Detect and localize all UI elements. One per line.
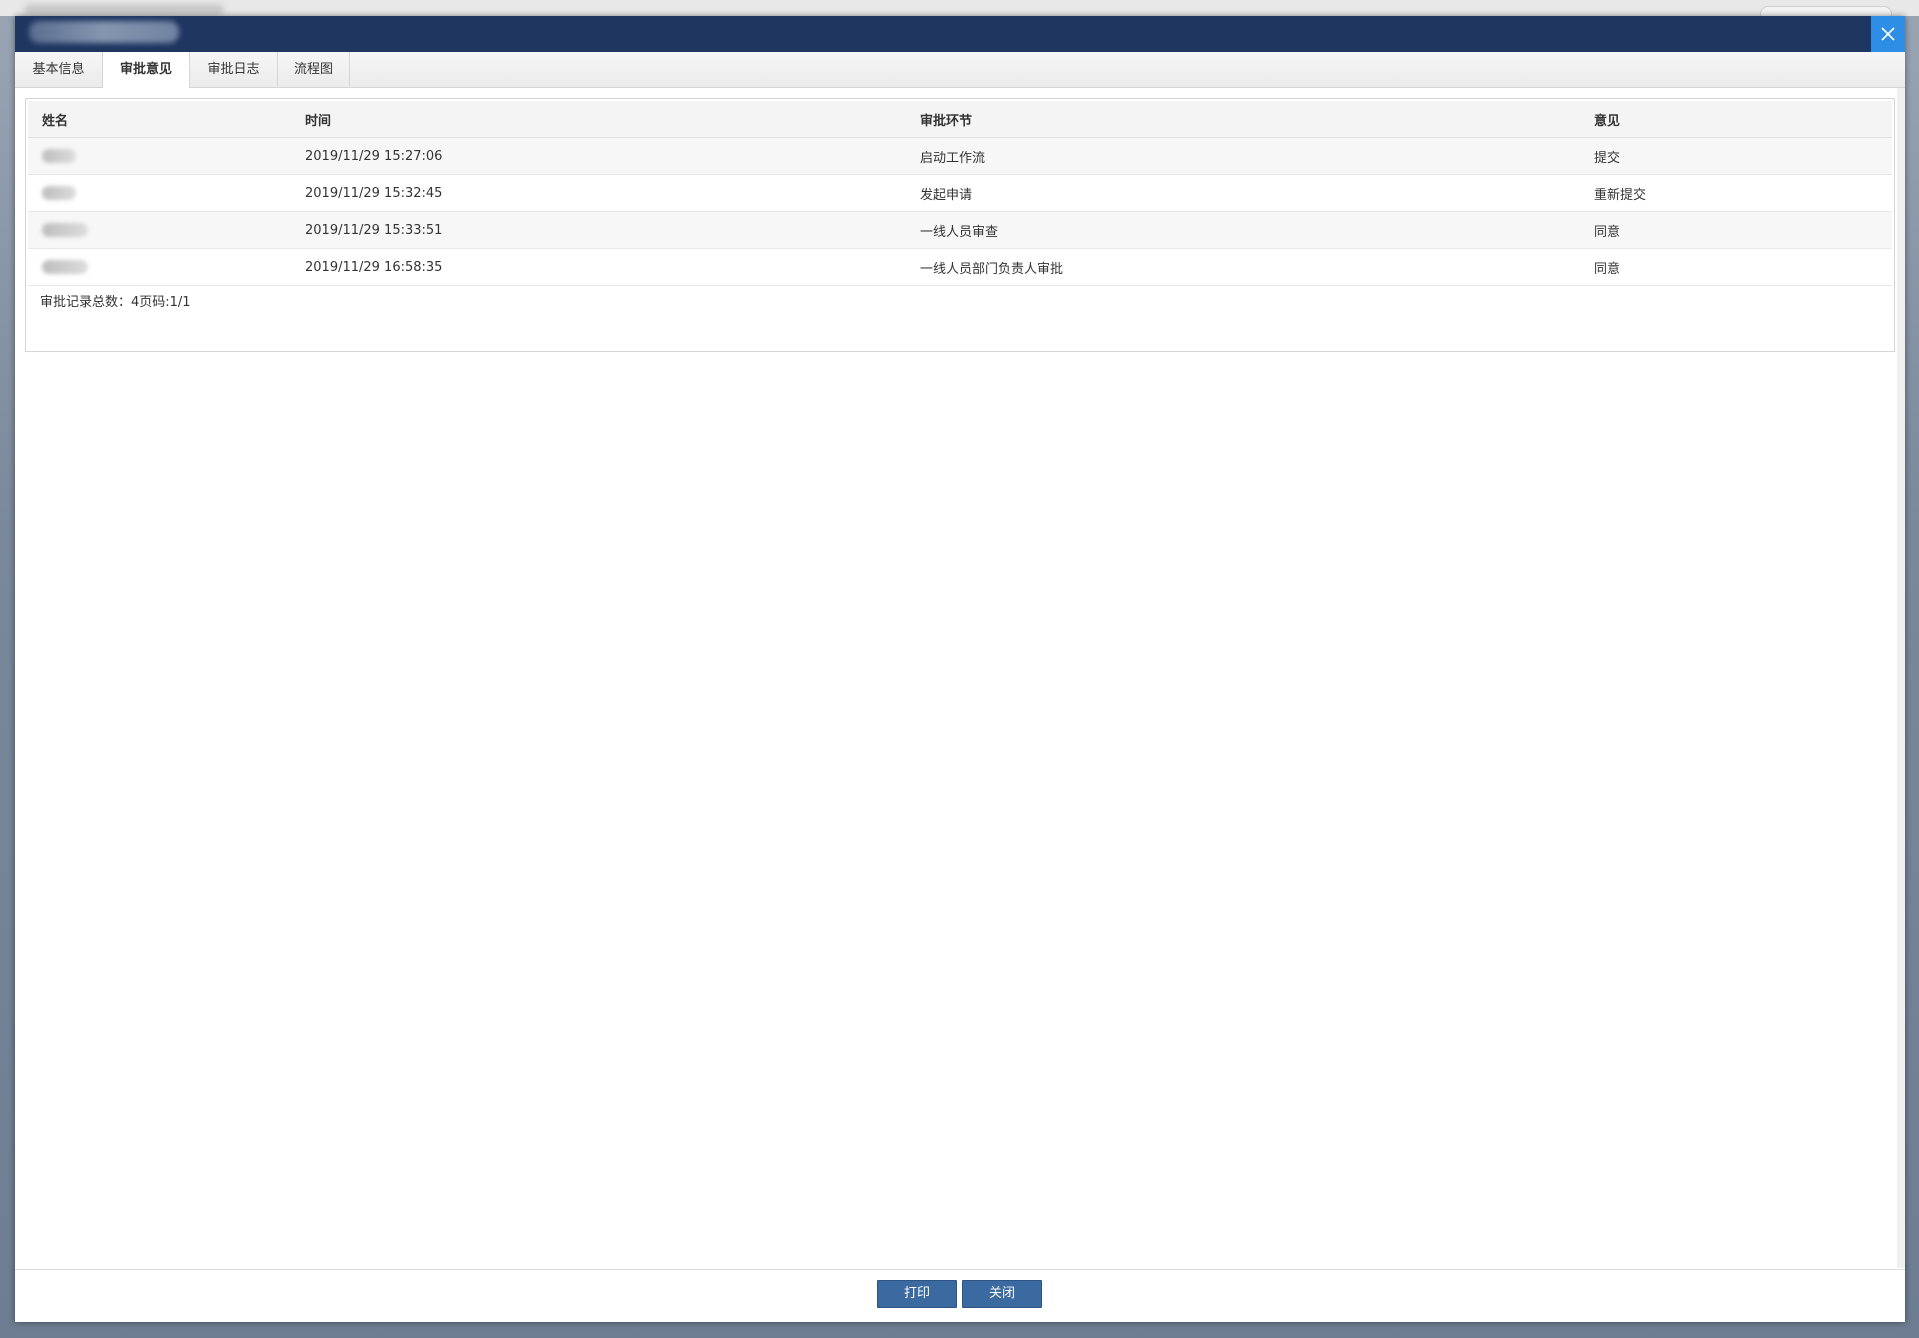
column-header-name[interactable]: 姓名 — [28, 101, 291, 138]
approval-opinions-panel: 姓名 时间 审批环节 意见 2019/11/29 15:27:06 启动工作流 … — [25, 98, 1895, 352]
close-dialog-button[interactable]: 关闭 — [962, 1280, 1042, 1308]
table-row[interactable]: 2019/11/29 15:27:06 启动工作流 提交 — [28, 137, 1892, 175]
column-header-time[interactable]: 时间 — [291, 101, 906, 138]
table-row[interactable]: 2019/11/29 15:33:51 一线人员审查 同意 — [28, 211, 1892, 249]
column-header-step[interactable]: 审批环节 — [906, 101, 1580, 138]
dialog-footer: 打印 关闭 — [15, 1269, 1905, 1322]
tab-approval-log[interactable]: 审批日志 — [190, 52, 278, 87]
redacted-name — [42, 223, 88, 237]
cell-step: 一线人员部门负责人审批 — [906, 248, 1580, 286]
table-row[interactable]: 2019/11/29 16:58:35 一线人员部门负责人审批 同意 — [28, 248, 1892, 286]
cell-name — [28, 211, 291, 249]
vertical-scrollbar[interactable] — [1897, 88, 1905, 1268]
background-window-header — [0, 0, 1919, 22]
tab-bar: 基本信息 审批意见 审批日志 流程图 — [15, 52, 1905, 88]
tab-approval-opinions[interactable]: 审批意见 — [102, 52, 190, 88]
cell-opinion: 重新提交 — [1580, 174, 1892, 212]
cell-name — [28, 174, 291, 212]
dialog-title-redacted — [29, 21, 179, 43]
table-header-row: 姓名 时间 审批环节 意见 — [28, 101, 1892, 138]
cell-opinion: 同意 — [1580, 211, 1892, 249]
cell-name — [28, 248, 291, 286]
pagination-summary: 审批记录总数：4页码:1/1 — [40, 295, 191, 310]
background-title-blurred — [24, 4, 224, 16]
redacted-name — [42, 260, 88, 274]
approval-table: 姓名 时间 审批环节 意见 2019/11/29 15:27:06 启动工作流 … — [28, 101, 1892, 286]
cell-step: 发起申请 — [906, 174, 1580, 212]
cell-opinion: 同意 — [1580, 248, 1892, 286]
approval-dialog: 基本信息 审批意见 审批日志 流程图 姓名 时间 审批环节 意见 2019/11… — [15, 16, 1905, 1322]
tab-flowchart[interactable]: 流程图 — [278, 52, 350, 87]
close-icon — [1881, 27, 1895, 41]
table-row[interactable]: 2019/11/29 15:32:45 发起申请 重新提交 — [28, 174, 1892, 212]
close-button[interactable] — [1871, 16, 1905, 52]
dialog-titlebar — [15, 16, 1905, 52]
cell-step: 启动工作流 — [906, 137, 1580, 175]
cell-opinion: 提交 — [1580, 137, 1892, 175]
cell-time: 2019/11/29 15:27:06 — [291, 137, 906, 175]
redacted-name — [42, 149, 76, 163]
cell-step: 一线人员审查 — [906, 211, 1580, 249]
cell-time: 2019/11/29 15:32:45 — [291, 174, 906, 212]
redacted-name — [42, 186, 76, 200]
column-header-opinion[interactable]: 意见 — [1580, 101, 1892, 138]
tab-basic-info[interactable]: 基本信息 — [15, 52, 103, 87]
cell-name — [28, 137, 291, 175]
print-button[interactable]: 打印 — [877, 1280, 957, 1308]
cell-time: 2019/11/29 15:33:51 — [291, 211, 906, 249]
cell-time: 2019/11/29 16:58:35 — [291, 248, 906, 286]
